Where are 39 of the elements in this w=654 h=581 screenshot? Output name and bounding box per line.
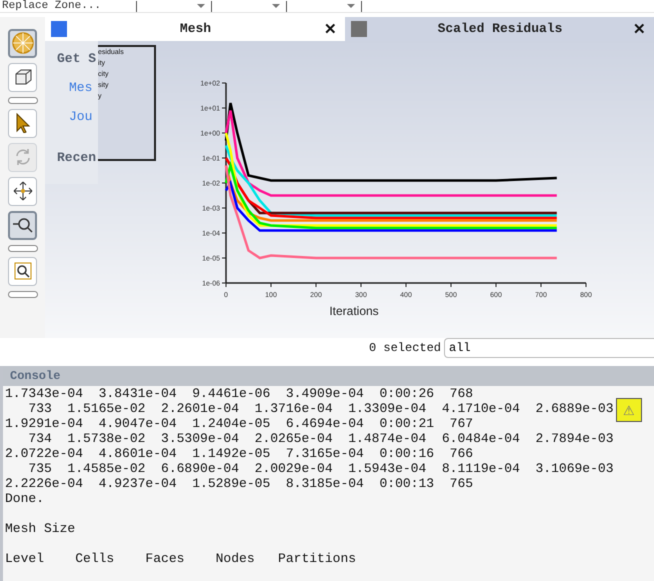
- console-line: Done.: [5, 491, 44, 506]
- move-arrows-icon: [12, 181, 32, 202]
- window-tab[interactable]: Scaled Residuals ✕: [345, 16, 654, 41]
- console-line: 735 1.4585e-02 6.6890e-04 2.0029e-04 1.5943e-04 8.1119e-04 3.1069e-03: [27, 461, 614, 476]
- zoom-fit-icon: [12, 261, 32, 282]
- console-line: 2.2226e-04 4.9237e-04 1.5289e-05 8.3185e-04 0:00:13 765: [5, 476, 474, 491]
- console-line: 733 1.5165e-02 2.2601e-04 1.3716e-04 1.3309e-04 4.1710e-04 2.6889e-03: [27, 401, 614, 416]
- window-title: Scaled Residuals: [436, 21, 564, 36]
- collapse-handle[interactable]: [8, 290, 38, 298]
- app-logo-icon: [351, 20, 367, 37]
- collapse-handle[interactable]: [8, 244, 38, 252]
- console-line: 734 1.5738e-02 3.5309e-04 2.0265e-04 1.4874e-04 6.0484e-04 2.7894e-03: [27, 431, 614, 446]
- close-button[interactable]: ✕: [324, 20, 337, 38]
- toolbar-button[interactable]: [8, 62, 37, 92]
- console-line: 2.0722e-04 4.8601e-04 1.1492e-05 7.3165e-04 0:00:16 766: [5, 446, 474, 461]
- console-title: Console: [10, 369, 60, 383]
- toolbar-item[interactable]: Replace Zone...: [0, 0, 137, 12]
- console-line: 1.9291e-04 4.9047e-04 1.2404e-05 6.4694e-04 0:00:21 767: [5, 416, 474, 431]
- close-button[interactable]: ✕: [633, 20, 646, 38]
- window-title: Mesh: [178, 21, 212, 36]
- toolbar-button[interactable]: [8, 176, 37, 206]
- x-axis-title: Iterations: [329, 304, 379, 318]
- collapse-handle[interactable]: [8, 96, 38, 104]
- pointer-icon: [14, 113, 30, 134]
- selection-field[interactable]: all: [444, 338, 654, 358]
- toolbar-button[interactable]: [8, 210, 37, 240]
- mesh-sphere-icon: [12, 32, 34, 54]
- app-logo-icon: [51, 20, 67, 37]
- console-line: Level Cells Faces Nodes Partitions: [5, 551, 356, 566]
- cube-icon: [12, 67, 32, 88]
- panel-heading: Get S: [57, 50, 96, 66]
- panel-heading: Recen: [57, 150, 96, 165]
- warning-button[interactable]: ⚠: [616, 398, 642, 422]
- zoom-icon: [12, 216, 34, 234]
- toolbar-button[interactable]: [8, 256, 37, 286]
- selection-count: 0 selected: [368, 341, 441, 356]
- toolbar-button[interactable]: [8, 108, 37, 138]
- console-line: Mesh Size: [5, 521, 76, 536]
- console-line: 1.7343e-04 3.8431e-04 9.4461e-06 3.4909e-04 0:00:26 768: [5, 386, 474, 401]
